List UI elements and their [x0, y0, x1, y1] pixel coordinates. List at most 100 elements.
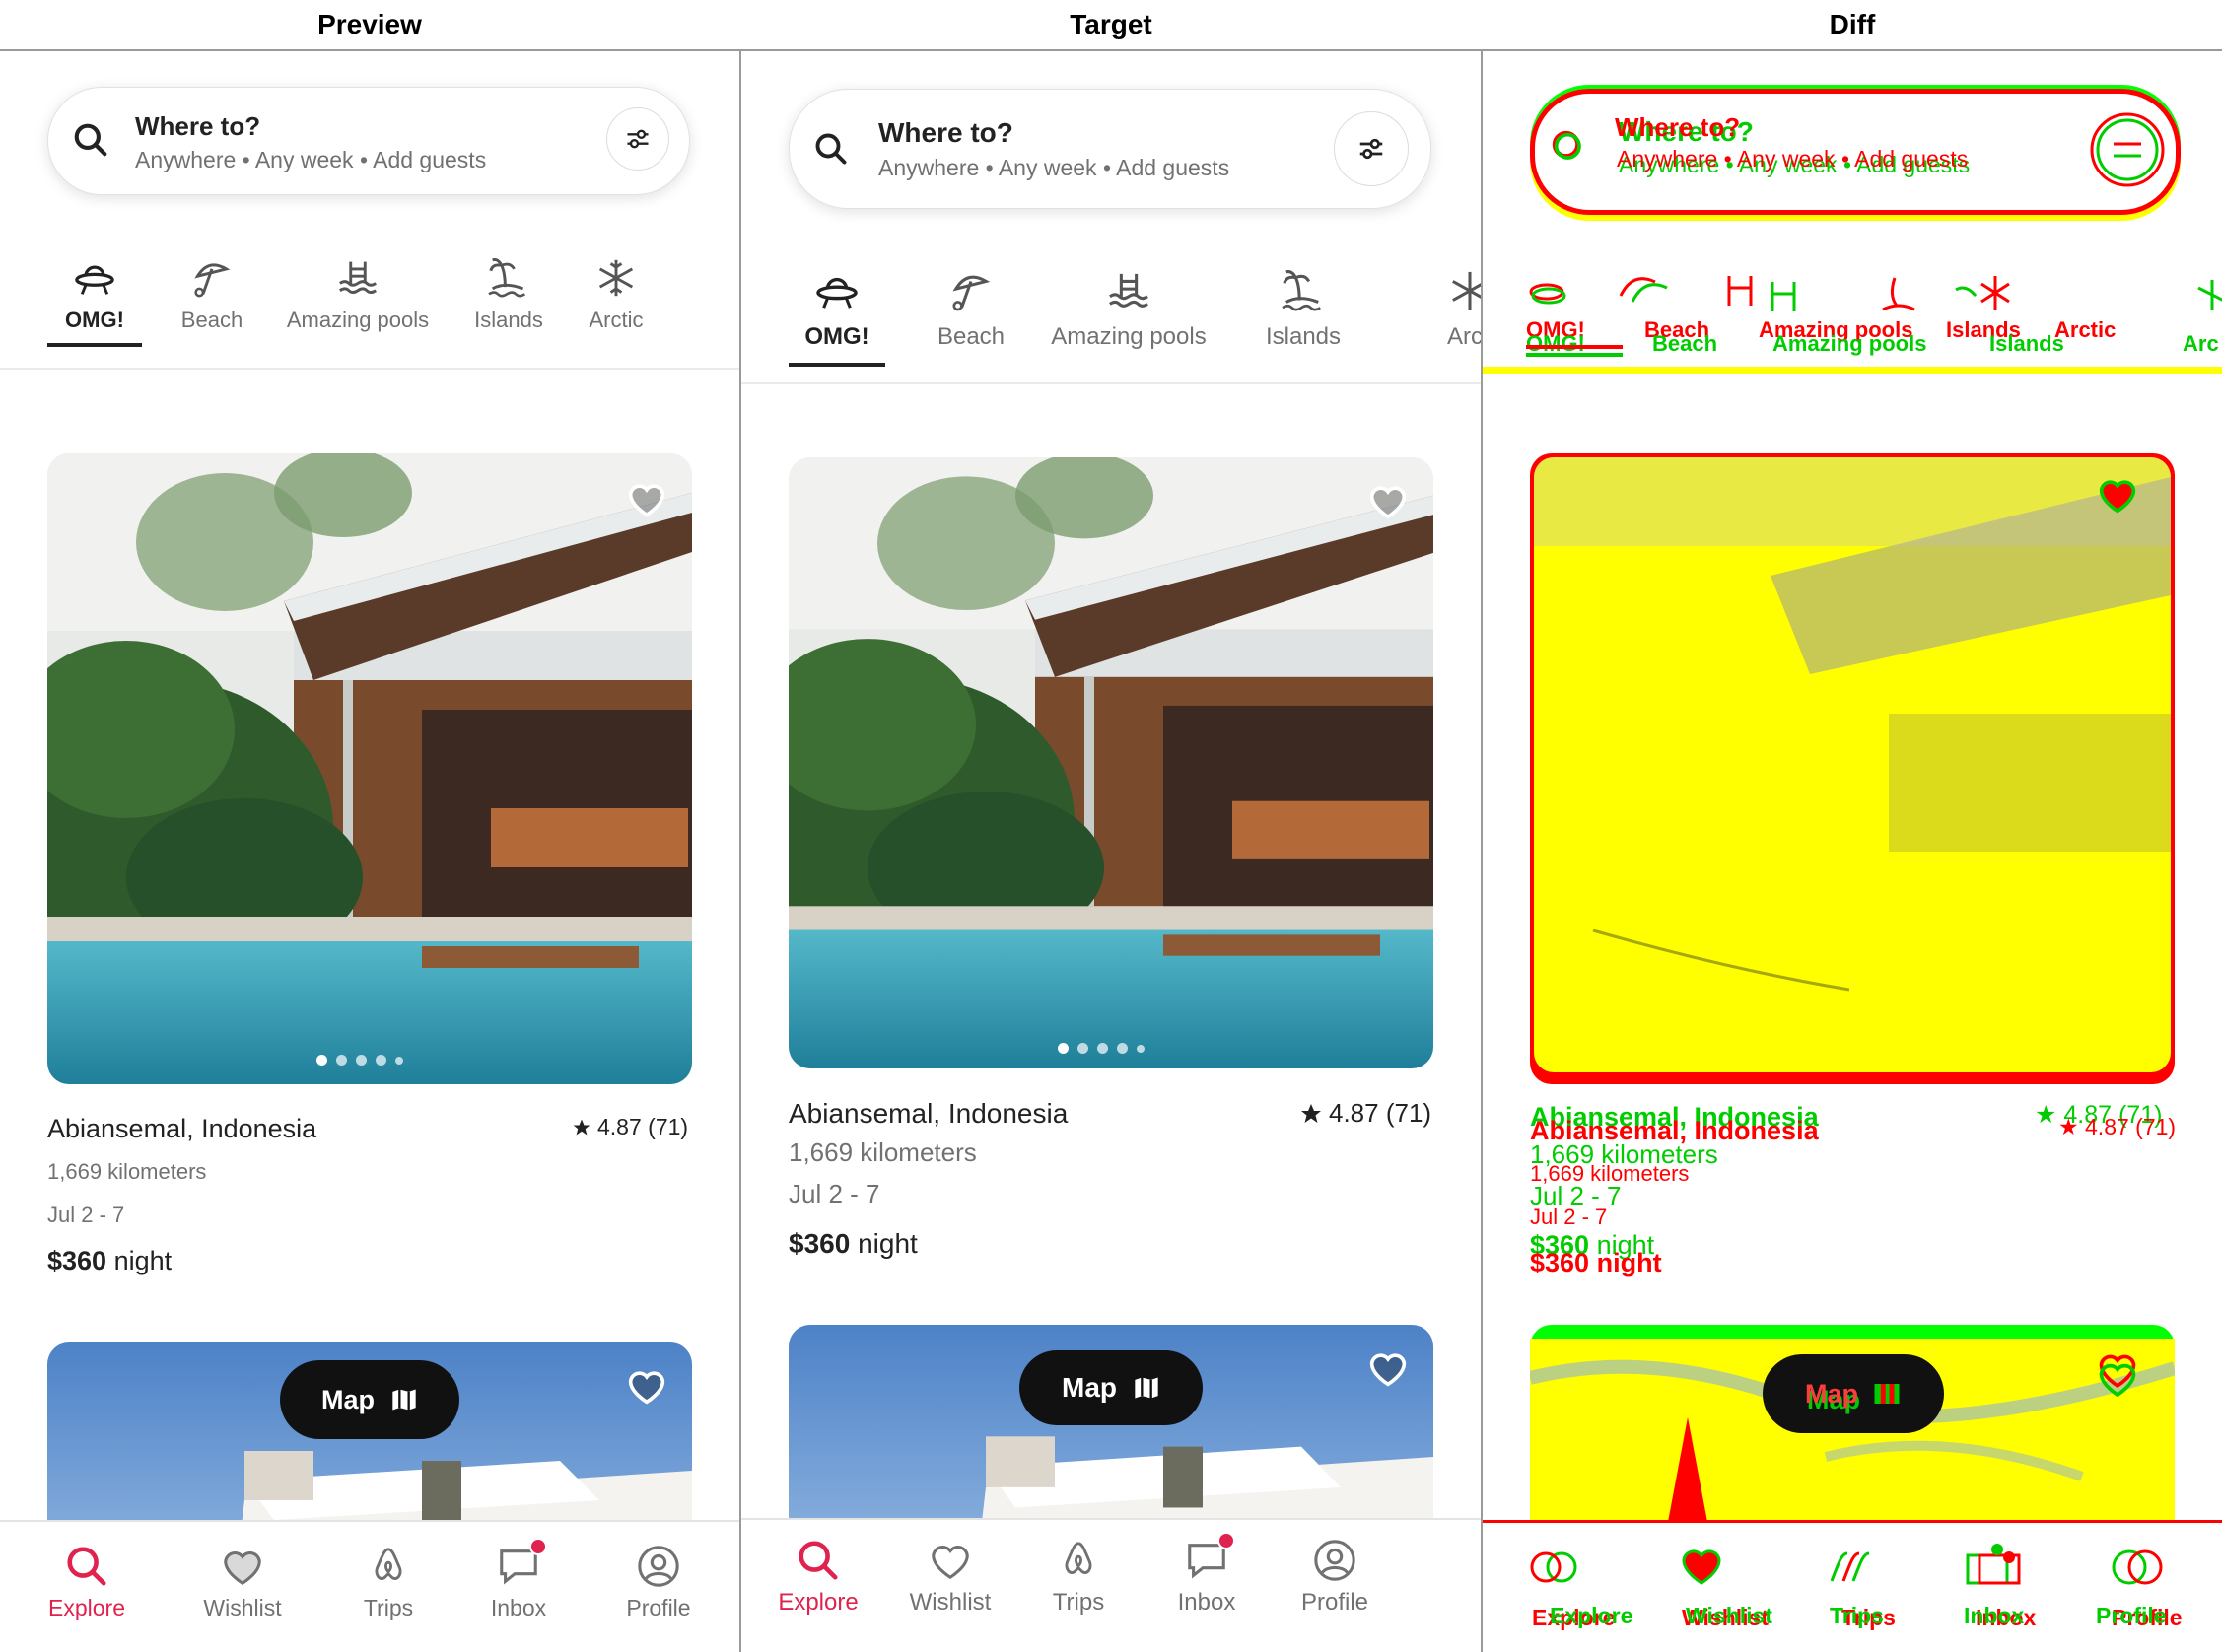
price-unit: night	[113, 1246, 173, 1275]
listing-price: $360 night	[47, 1246, 172, 1276]
diff-category-icons	[1529, 276, 2222, 311]
diff-rating-red: ★ 4.87 (71)	[2058, 1114, 2176, 1140]
diff-category-label: Arc	[2183, 331, 2219, 356]
diff-nav-label: Profile	[2096, 1603, 2167, 1628]
diff-panel: Where to? Where to? Anywhere • Any week …	[1483, 51, 2222, 1652]
listing-photo[interactable]	[47, 453, 692, 1084]
diff-search-title-red: Where to?	[1615, 112, 1741, 142]
bottom-nav: Explore Wishlist Trips Inbox Profile	[741, 1518, 1481, 1652]
diff-nav-line-red	[1483, 1520, 2222, 1523]
nav-wishlist[interactable]: Wishlist	[891, 1538, 1009, 1617]
snowflake-icon	[1452, 271, 1481, 310]
search-subtitle: Anywhere • Any week • Add guests	[135, 147, 487, 172]
nav-explore[interactable]: Explore	[30, 1544, 144, 1621]
photo-pagination	[1058, 1043, 1145, 1054]
filter-button[interactable]	[1334, 111, 1409, 186]
category-amazing-pools[interactable]: Amazing pools	[276, 258, 440, 333]
diff-dates-red: Jul 2 - 7	[1530, 1205, 1608, 1229]
search-bar[interactable]: Where to? Anywhere • Any week • Add gues…	[789, 89, 1431, 209]
star-icon	[573, 1119, 590, 1135]
nav-explore[interactable]: Explore	[761, 1538, 875, 1617]
nav-label: Profile	[1300, 1589, 1369, 1616]
nav-label: Inbox	[490, 1595, 547, 1620]
villa-pool-image	[789, 457, 1433, 1068]
search-icon	[72, 121, 109, 164]
diff-photo-yellow	[1534, 457, 2171, 1072]
pagination-dot	[1097, 1043, 1108, 1054]
island-icon	[488, 258, 526, 298]
filter-icon	[627, 129, 649, 149]
search-title: Where to?	[878, 117, 1013, 148]
listing-rating: 4.87 (71)	[572, 1114, 688, 1140]
nav-label: Wishlist	[203, 1595, 282, 1620]
filter-icon	[1359, 138, 1383, 160]
filter-button[interactable]	[606, 107, 669, 171]
category-label: Arc	[1447, 323, 1481, 350]
active-underline	[789, 363, 885, 367]
category-label: Islands	[1265, 323, 1342, 350]
nav-label: Inbox	[1177, 1589, 1236, 1616]
diff-map-icon	[1874, 1384, 1900, 1404]
category-divider	[0, 368, 739, 370]
pagination-dot	[395, 1056, 403, 1065]
diff-category-label: Beach	[1652, 331, 1718, 356]
nav-label: Explore	[778, 1589, 859, 1616]
map-button[interactable]: Map	[280, 1360, 459, 1439]
preview-panel: Where to? Anywhere • Any week • Add gues…	[0, 51, 739, 1652]
profile-icon	[638, 1546, 679, 1587]
nav-trips[interactable]: Trips	[329, 1544, 448, 1621]
rating-text: 4.87 (71)	[1329, 1098, 1432, 1128]
listing-location: Abiansemal, Indonesia	[47, 1114, 317, 1143]
nav-label: Wishlist	[909, 1589, 992, 1616]
listing-rating: 4.87 (71)	[1299, 1098, 1431, 1129]
rating-text: 4.87 (71)	[597, 1114, 689, 1139]
diff-divider-yellow	[1483, 367, 2222, 374]
heart-icon	[932, 1546, 969, 1580]
category-label: Beach	[180, 308, 243, 332]
search-icon	[813, 131, 849, 172]
category-beach[interactable]: Beach	[168, 258, 256, 333]
map-label: Map	[1062, 1372, 1117, 1403]
listing-distance: 1,669 kilometers	[789, 1137, 977, 1167]
nav-inbox[interactable]: Inbox	[459, 1538, 578, 1621]
target-panel: Where to? Anywhere • Any week • Add gues…	[741, 51, 1481, 1652]
price-amount: $360	[789, 1228, 851, 1259]
diff-price-red: $360 night	[1530, 1248, 1662, 1278]
listing-photo[interactable]	[789, 457, 1433, 1068]
diff-underline-green	[1526, 353, 1623, 357]
category-label: Arctic	[589, 308, 644, 332]
price-amount: $360	[47, 1246, 107, 1275]
diff-nav-labels-green: Explore Wishlist Trips Inbox Profile	[1483, 1603, 2222, 1632]
nav-trips[interactable]: Trips	[1019, 1538, 1138, 1617]
wishlist-heart-icon[interactable]	[1366, 481, 1410, 525]
category-amazing-pools[interactable]: Amazing pools	[1037, 270, 1220, 351]
nav-inbox[interactable]: Inbox	[1147, 1532, 1266, 1617]
nav-label: Explore	[48, 1595, 125, 1620]
category-islands[interactable]: Islands	[463, 258, 554, 333]
category-omg[interactable]: OMG!	[789, 270, 885, 367]
category-beach[interactable]: Beach	[917, 270, 1025, 351]
category-arctic[interactable]: Arctic	[572, 258, 660, 333]
wishlist-heart-icon[interactable]	[625, 1366, 668, 1411]
category-omg[interactable]: OMG!	[47, 258, 142, 347]
pagination-dot	[336, 1055, 347, 1066]
category-arctic-partial[interactable]: Arc	[1447, 270, 1481, 351]
nav-profile[interactable]: Profile	[599, 1544, 718, 1621]
nav-wishlist[interactable]: Wishlist	[183, 1544, 302, 1621]
diff-price-unit: night	[1596, 1248, 1662, 1277]
diff-category-label: Islands	[1989, 331, 2064, 356]
diff-nav-label: Explore	[1550, 1603, 1633, 1628]
map-icon	[1135, 1377, 1158, 1399]
profile-icon	[1314, 1540, 1355, 1581]
listing-location: Abiansemal, Indonesia	[789, 1098, 1069, 1129]
wishlist-heart-icon[interactable]	[1366, 1348, 1410, 1393]
pagination-dot	[1058, 1043, 1069, 1054]
target-header: Target	[1070, 9, 1152, 39]
search-bar[interactable]: Where to? Anywhere • Any week • Add gues…	[47, 87, 690, 195]
nav-profile[interactable]: Profile	[1276, 1538, 1394, 1617]
ufo-icon	[816, 277, 858, 309]
listing-price: $360 night	[789, 1228, 918, 1260]
category-islands[interactable]: Islands	[1254, 270, 1353, 351]
wishlist-heart-icon[interactable]	[625, 479, 668, 523]
map-button[interactable]: Map	[1019, 1350, 1203, 1425]
